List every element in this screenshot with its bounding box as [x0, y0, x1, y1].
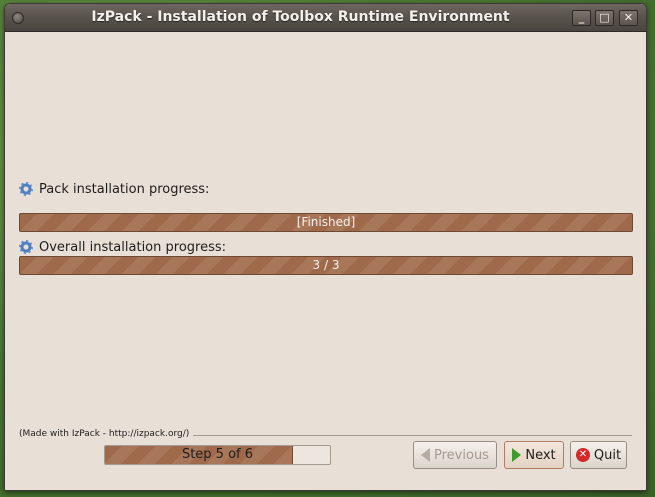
overall-progress-status: 3 / 3 — [312, 258, 340, 272]
overall-progress-label: Overall installation progress: — [39, 239, 227, 255]
pack-progress-label-row: Pack installation progress: — [19, 180, 209, 198]
pack-progress-bar: [Finished] — [19, 213, 633, 232]
overall-progress-bar: 3 / 3 — [19, 256, 633, 275]
next-label: Next — [525, 447, 556, 463]
installer-window: IzPack - Installation of Toolbox Runtime… — [4, 3, 647, 491]
quit-label: Quit — [593, 447, 622, 463]
pack-progress-label: Pack installation progress: — [39, 181, 210, 197]
previous-button[interactable]: Previous — [413, 441, 497, 469]
step-progress-text: Step 5 of 6 — [181, 447, 254, 462]
previous-label: Previous — [434, 447, 489, 463]
window-title: IzPack - Installation of Toolbox Runtime… — [91, 9, 510, 25]
quit-icon: ✕ — [575, 448, 590, 462]
credit-text: (Made with IzPack - http://izpack.org/) — [19, 429, 194, 439]
gear-icon — [19, 182, 33, 196]
minimize-button[interactable]: _ — [572, 10, 591, 26]
close-button[interactable]: ✕ — [619, 10, 638, 26]
installer-content: Pack installation progress: [Finished] O… — [5, 32, 646, 490]
step-progress-bar: Step 5 of 6 — [104, 445, 331, 465]
arrow-left-icon — [421, 448, 431, 462]
arrow-right-icon — [512, 448, 522, 462]
quit-button[interactable]: ✕ Quit — [570, 441, 627, 469]
pack-progress-status: [Finished] — [296, 215, 356, 229]
window-menu-icon[interactable] — [12, 12, 24, 24]
next-button[interactable]: Next — [504, 441, 564, 469]
overall-progress-label-row: Overall installation progress: — [19, 238, 226, 256]
title-bar[interactable]: IzPack - Installation of Toolbox Runtime… — [5, 4, 646, 32]
gear-icon — [19, 240, 33, 254]
credit-separator: (Made with IzPack - http://izpack.org/) — [19, 429, 632, 441]
maximize-button[interactable]: □ — [595, 10, 614, 26]
